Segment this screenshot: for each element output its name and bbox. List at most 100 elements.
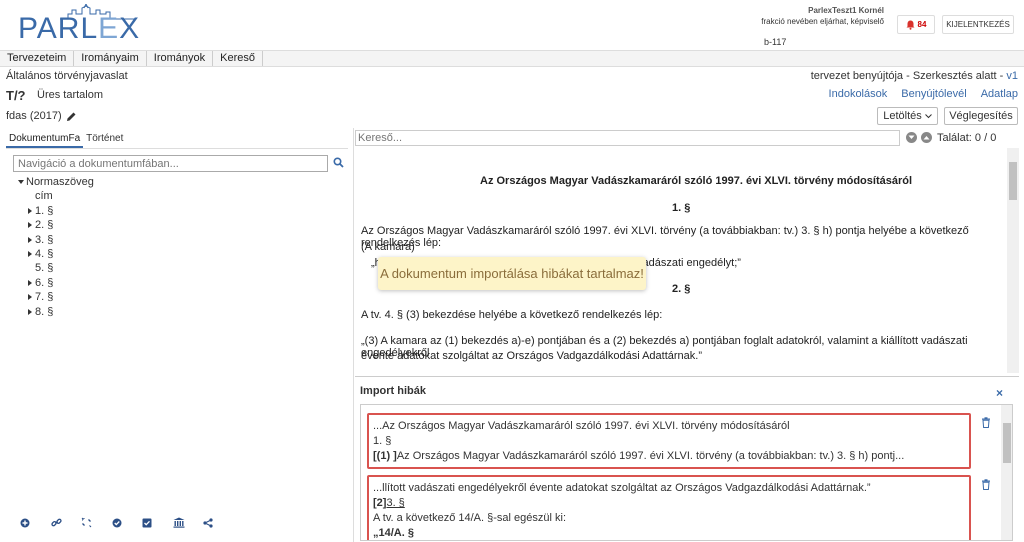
- tree-navigation-input[interactable]: [13, 155, 328, 172]
- tree-toolbar: [20, 517, 234, 528]
- import-errors-scrollbar[interactable]: [1001, 405, 1012, 540]
- left-tabs: DokumentumFa Történet: [6, 131, 126, 148]
- finalize-button[interactable]: Véglegesítés: [944, 107, 1018, 125]
- tree-item-label: 1. §: [35, 204, 54, 217]
- menu-item-tervezeteim[interactable]: Tervezeteim: [0, 51, 75, 66]
- status-text: tervezet benyújtója - Szerkesztés alatt …: [810, 70, 1007, 82]
- tree-item[interactable]: 3. §: [18, 233, 94, 247]
- tree-root-label: Normaszöveg: [26, 176, 94, 188]
- document-name: fdas (2017): [6, 110, 77, 122]
- tab-tortenet[interactable]: Történet: [83, 131, 126, 148]
- tab-dokumentumfa[interactable]: DokumentumFa: [6, 131, 84, 148]
- import-errors-panel: Import hibák × ...Az Országos Magyar Vad…: [355, 376, 1019, 542]
- error-context: ...llított vadászati engedélyekről évent…: [373, 482, 871, 494]
- caret-right-icon[interactable]: [28, 279, 32, 286]
- logout-button[interactable]: KIJELENTKEZÉS: [942, 15, 1014, 34]
- law-heading: Az Országos Magyar Vadászkamaráról szóló…: [480, 175, 913, 187]
- caret-down-icon[interactable]: [18, 180, 24, 185]
- parlex-logo[interactable]: PARLEX: [18, 4, 148, 48]
- trash-icon[interactable]: [981, 417, 991, 428]
- paragraph-1b: (A kamara): [361, 241, 415, 253]
- tabs-divider: [6, 148, 348, 149]
- tree-item[interactable]: 5. §: [18, 261, 94, 275]
- tree-item-label: 4. §: [35, 247, 54, 260]
- search-prev-button[interactable]: [921, 132, 932, 143]
- user-name: ParlexTeszt1 Kornél: [808, 6, 884, 15]
- download-button[interactable]: Letöltés: [877, 107, 938, 125]
- tree-root[interactable]: Normaszöveg: [18, 175, 94, 189]
- import-warning-toast: A dokumentum importálása hibákat tartalm…: [378, 257, 646, 290]
- error-context: ...Az Országos Magyar Vadászkamaráról sz…: [373, 420, 790, 432]
- link-benyujtolevel[interactable]: Benyújtólevél: [901, 88, 966, 100]
- plus-circle-icon: [20, 518, 30, 527]
- paragraph-1: Az Országos Magyar Vadászkamaráról szóló…: [361, 225, 969, 249]
- tree-item-label: 6. §: [35, 276, 54, 289]
- tree-item[interactable]: 4. §: [18, 247, 94, 261]
- caret-right-icon[interactable]: [28, 207, 32, 214]
- search-match-count: Találat: 0 / 0: [937, 132, 997, 144]
- notifications-button[interactable]: 84: [897, 15, 935, 34]
- version-link[interactable]: v1: [1006, 70, 1018, 82]
- tree-item[interactable]: 6. §: [18, 276, 94, 290]
- tool-share[interactable]: [203, 517, 234, 528]
- header: PARLEX ParlexTeszt1 Kornél frakció nevéb…: [0, 0, 1024, 50]
- tree-item[interactable]: 8. §: [18, 305, 94, 319]
- link-adatlap[interactable]: Adatlap: [981, 88, 1018, 100]
- caret-right-icon[interactable]: [28, 294, 32, 301]
- pencil-icon[interactable]: [66, 111, 77, 122]
- search-next-button[interactable]: [906, 132, 917, 143]
- caret-right-icon[interactable]: [28, 236, 32, 243]
- check-square-icon: [142, 518, 152, 527]
- import-error-item[interactable]: ...llított vadászati engedélyekről évent…: [367, 475, 971, 540]
- tree-item[interactable]: 7. §: [18, 290, 94, 304]
- link-indokolasok[interactable]: Indokolások: [829, 88, 888, 100]
- tool-unlink[interactable]: [81, 517, 112, 528]
- logo-text: PARLEX: [18, 12, 141, 45]
- tool-institution[interactable]: [173, 517, 204, 528]
- menu-item-iromanyaim[interactable]: Irományaim: [74, 51, 147, 66]
- tree-item-label: 8. §: [35, 305, 54, 318]
- bell-icon: [906, 20, 915, 30]
- share-icon: [203, 517, 213, 528]
- error-text: Az Országos Magyar Vadászkamaráról szóló…: [396, 450, 905, 462]
- close-icon[interactable]: ×: [996, 386, 1003, 400]
- caret-right-icon[interactable]: [28, 222, 32, 229]
- search-navigation: [906, 132, 932, 143]
- caret-right-icon[interactable]: [28, 308, 32, 315]
- error-section: 1. §: [373, 435, 392, 447]
- error-detail-2: „14/A. §: [373, 527, 414, 539]
- tool-add[interactable]: [20, 517, 51, 528]
- import-error-item[interactable]: ...Az Országos Magyar Vadászkamaráról sz…: [367, 413, 971, 469]
- tree-item[interactable]: cím: [18, 189, 94, 203]
- tree-item-label: 2. §: [35, 219, 54, 232]
- arrow-down-icon: [908, 135, 915, 139]
- left-panel: DokumentumFa Történet Normaszöveg cím1. …: [0, 128, 354, 542]
- error-section-number: 3. §: [386, 497, 405, 509]
- import-errors-scrollbar-thumb[interactable]: [1003, 423, 1011, 463]
- tree-item-label: 3. §: [35, 233, 54, 246]
- tool-link[interactable]: [50, 517, 82, 528]
- caret-right-icon[interactable]: [28, 251, 32, 258]
- trash-icon[interactable]: [981, 479, 991, 490]
- document-tree: Normaszöveg cím 1. § 2. § 3. § 4. § 5. § 6. § 7…: [18, 175, 94, 319]
- download-label: Letöltés: [883, 110, 922, 122]
- tool-checkbox[interactable]: [142, 517, 173, 528]
- document-search-input[interactable]: [355, 130, 900, 146]
- tool-check[interactable]: [112, 517, 143, 528]
- import-errors-list: ...Az Országos Magyar Vadászkamaráról sz…: [360, 404, 1013, 541]
- notification-count: 84: [917, 20, 927, 29]
- search-icon[interactable]: [333, 157, 344, 168]
- check-circle-icon: [112, 518, 121, 527]
- tree-item[interactable]: 1. §: [18, 204, 94, 218]
- import-errors-title: Import hibák: [360, 385, 427, 397]
- error-section: [2]3. §: [373, 496, 965, 511]
- paragraph-1d: vadászati engedélyt;”: [637, 257, 741, 269]
- menu-item-iromanyok[interactable]: Irományok: [147, 51, 214, 66]
- section-1-heading: 1. §: [672, 202, 691, 214]
- menu-item-kereso[interactable]: Kereső: [213, 51, 263, 66]
- tree-item[interactable]: 2. §: [18, 218, 94, 232]
- document-scrollbar-thumb[interactable]: [1009, 162, 1017, 200]
- institution-icon: [173, 517, 184, 528]
- tree-item-label: 7. §: [35, 291, 54, 304]
- chevron-down-icon: [924, 113, 932, 118]
